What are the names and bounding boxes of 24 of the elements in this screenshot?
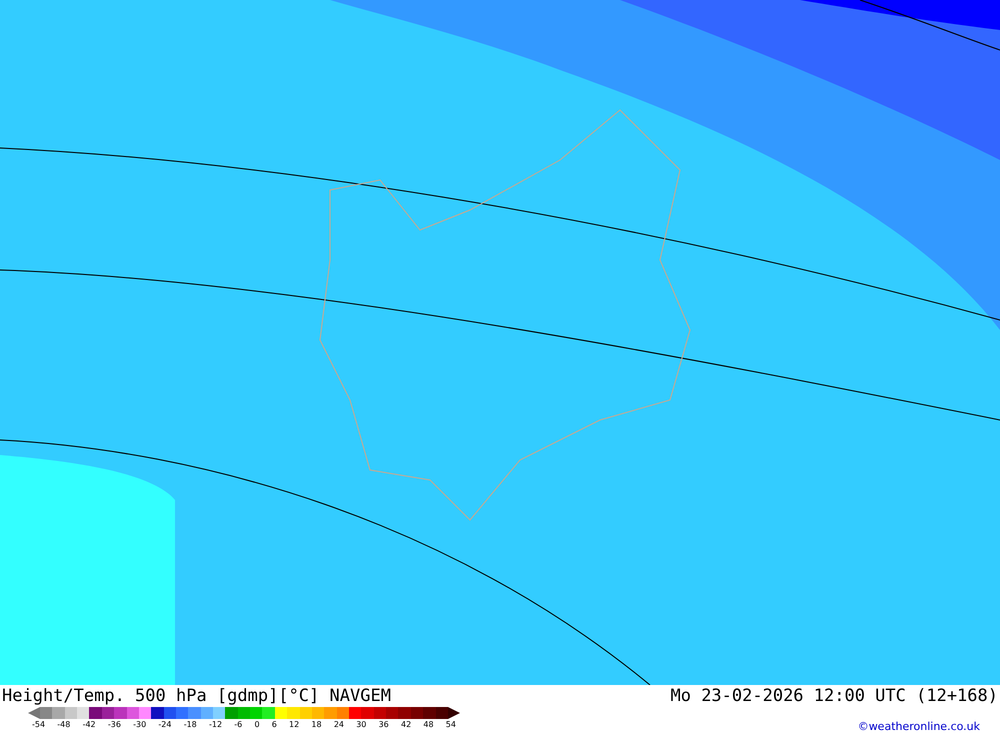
left-arrow-icon — [28, 707, 40, 719]
legend-tick-label: 42 — [400, 719, 412, 731]
legend-tick-label: -48 — [57, 719, 70, 731]
legend-tick-label: 36 — [378, 719, 389, 731]
legend-tick-label: 18 — [311, 719, 322, 731]
legend-tick-label: -54 — [32, 719, 46, 731]
legend-tick-label: -18 — [184, 719, 197, 731]
legend-tick-label: 12 — [289, 719, 300, 731]
legend-tick-label: 0 — [254, 719, 260, 731]
legend-tick-label: 48 — [423, 719, 434, 731]
forecast-time: Mo 23-02-2026 12:00 UTC (12+168) — [670, 685, 998, 707]
copyright-link[interactable]: ©weatheronline.co.uk — [858, 719, 980, 733]
legend-tick-label: -30 — [133, 719, 146, 731]
legend-tick-label: -36 — [108, 719, 121, 731]
legend-tick-label: -6 — [234, 719, 242, 731]
chart-title: Height/Temp. 500 hPa [gdmp][°C] NAVGEM — [2, 685, 391, 707]
legend-tick-label: -24 — [158, 719, 172, 731]
legend-tick-label: 6 — [272, 719, 277, 731]
legend-tick-label: -42 — [82, 719, 96, 731]
legend-tick-label: 30 — [356, 719, 366, 731]
legend-tick-label: 24 — [334, 719, 344, 731]
legend-tick-label: -12 — [208, 719, 222, 731]
legend-tick-label: 54 — [446, 719, 456, 731]
right-arrow-icon — [448, 707, 460, 719]
